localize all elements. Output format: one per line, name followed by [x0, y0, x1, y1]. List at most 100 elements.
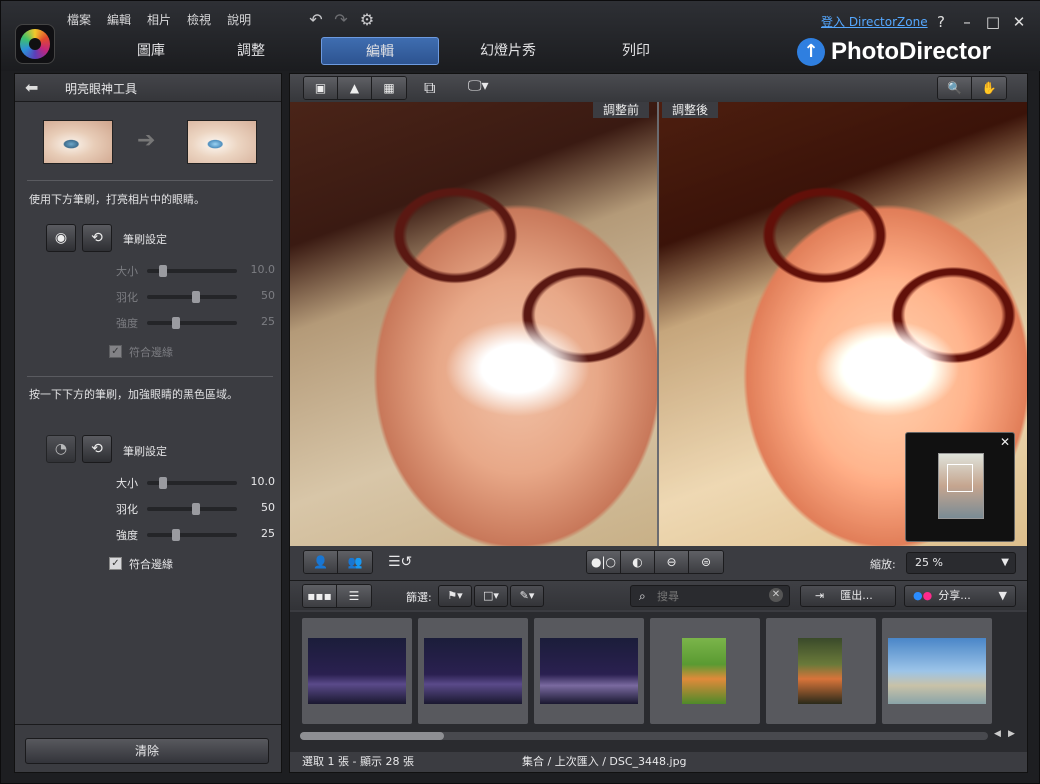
scrollbar-thumb[interactable]	[300, 732, 444, 740]
tab-slideshow[interactable]: 幻燈片秀	[453, 37, 563, 65]
single-view-icon[interactable]: ▲	[338, 77, 372, 99]
navigator-thumbnail[interactable]	[938, 453, 984, 519]
thumbnail[interactable]	[882, 618, 992, 724]
erase-brush-icon[interactable]: ⟲	[82, 224, 112, 252]
split-half-icon[interactable]: ◐	[621, 551, 655, 573]
slider-value: 50	[261, 501, 275, 514]
zoom-label: 縮放:	[870, 558, 896, 571]
history-icon[interactable]: ☰↺	[388, 554, 412, 570]
export-button[interactable]: ⇥ 匯出...	[800, 585, 896, 607]
slider-track[interactable]	[147, 503, 237, 515]
before-label: 調整前	[593, 102, 650, 118]
thumbnail[interactable]	[766, 618, 876, 724]
slider-track[interactable]	[147, 477, 237, 489]
tab-print[interactable]: 列印	[581, 37, 691, 65]
app-window: 檔案 編輯 相片 檢視 說明 ↶ ↷ ⚙ 登入 DirectorZone ? –…	[0, 0, 1040, 784]
match-edge-checkbox[interactable]: ✓	[109, 345, 122, 358]
selection-status: 選取 1 張 - 顯示 28 張	[302, 755, 414, 768]
viewport-rect[interactable]	[947, 464, 973, 492]
slider-handle[interactable]	[159, 265, 168, 277]
slider-label: 強度	[116, 317, 138, 330]
back-arrow-icon[interactable]: ⬅	[25, 78, 47, 97]
slider-track[interactable]	[147, 291, 237, 303]
clear-search-icon[interactable]: ✕	[769, 588, 783, 602]
list-mode-icon[interactable]: ☰	[337, 585, 371, 607]
brand-name: PhotoDirector	[831, 38, 992, 65]
redo-icon[interactable]: ↷	[331, 10, 351, 30]
maximize-button[interactable]: □	[983, 12, 1003, 32]
pointer-group: 🔍 ✋	[937, 76, 1007, 100]
zoom-icon[interactable]: 🔍	[938, 77, 972, 99]
slider-track[interactable]	[147, 529, 237, 541]
zoom-select[interactable]: 25 % ▼	[906, 552, 1016, 574]
slider-handle[interactable]	[171, 317, 180, 329]
scroll-left-icon[interactable]: ◀	[994, 729, 1001, 739]
scroll-right-icon[interactable]: ▶	[1008, 729, 1015, 739]
single-face-icon[interactable]: 👤	[304, 551, 338, 573]
browse-mode-group: ▪▪▪ ☰	[302, 584, 372, 608]
close-icon[interactable]: ✕	[1000, 435, 1010, 449]
share-button[interactable]: ●● 分享... ▼	[904, 585, 1016, 607]
thumbnail[interactable]	[302, 618, 412, 724]
tab-library[interactable]: 圖庫	[96, 37, 206, 65]
thumbnail-scrollbar[interactable]	[300, 732, 988, 740]
menu-file[interactable]: 檔案	[59, 9, 99, 31]
split-tb-icon[interactable]: ⊖	[655, 551, 689, 573]
slider-handle[interactable]	[171, 529, 180, 541]
before-photo	[290, 102, 657, 546]
slider-handle[interactable]	[159, 477, 168, 489]
tool-panel: ⬅ 明亮眼神工具 ➔ 使用下方筆刷，打亮相片中的眼睛。 ◉ ⟲ 筆刷設定 大小 1…	[14, 73, 282, 773]
split-h-icon[interactable]: ⊜	[689, 551, 723, 573]
eye-brush-icon[interactable]: ◉	[46, 224, 76, 252]
multi-face-icon[interactable]: 👥	[338, 551, 372, 573]
slider-track[interactable]	[147, 317, 237, 329]
darken-brush-icon[interactable]: ◔	[46, 435, 76, 463]
menu-photo[interactable]: 相片	[139, 9, 179, 31]
thumbnail[interactable]	[534, 618, 644, 724]
close-button[interactable]: ✕	[1009, 12, 1029, 32]
login-link[interactable]: 登入 DirectorZone	[821, 13, 928, 30]
rotate-icon[interactable]: ⧉	[424, 78, 435, 98]
slider-value: 50	[261, 289, 275, 302]
help-button[interactable]: ?	[931, 12, 951, 32]
section1-desc: 使用下方筆刷，打亮相片中的眼睛。	[29, 193, 205, 206]
minimize-button[interactable]: –	[957, 12, 977, 32]
slider-value: 10.0	[250, 475, 276, 488]
status-bar: 選取 1 張 - 顯示 28 張 集合 / 上次匯入 / DSC_3448.jp…	[290, 754, 1027, 772]
slider-label: 強度	[116, 529, 138, 542]
menu-view[interactable]: 檢視	[179, 9, 219, 31]
photo-viewer[interactable]: 調整前 調整後 ✕	[290, 102, 1027, 546]
slider-track[interactable]	[147, 265, 237, 277]
thumbnail[interactable]	[650, 618, 760, 724]
chevron-down-icon[interactable]: ▼	[999, 586, 1007, 606]
clear-button[interactable]: 清除	[25, 738, 269, 764]
rating-filter-icon[interactable]: □▾	[474, 585, 508, 607]
arrow-right-icon: ➔	[137, 128, 156, 153]
undo-icon[interactable]: ↶	[306, 10, 326, 30]
section2-desc: 按一下下方的筆刷，加強眼睛的黑色區域。	[29, 388, 238, 401]
slider-handle[interactable]	[192, 291, 200, 303]
bottom-toolbar: 👤 👥 ☰↺ ●|○ ◐ ⊖ ⊜ 縮放: 25 % ▼	[290, 548, 1027, 578]
slider-label: 大小	[116, 477, 138, 490]
erase-brush-icon[interactable]: ⟲	[82, 435, 112, 463]
split-line[interactable]	[657, 102, 659, 546]
hand-icon[interactable]: ✋	[972, 77, 1006, 99]
grid-view-icon[interactable]: ▦	[372, 77, 406, 99]
tab-adjust[interactable]: 調整	[196, 37, 306, 65]
gear-icon[interactable]: ⚙	[357, 10, 377, 30]
thumb-mode-icon[interactable]: ▪▪▪	[303, 585, 337, 607]
monitor-icon[interactable]: 🖵▾	[468, 78, 489, 94]
search-input[interactable]	[657, 588, 767, 604]
match-edge-checkbox[interactable]: ✓	[109, 557, 122, 570]
menu-help[interactable]: 說明	[219, 9, 259, 31]
edit-filter-icon[interactable]: ✎▾	[510, 585, 544, 607]
compare-view-icon[interactable]: ▣	[304, 77, 338, 99]
filter-bar: ▪▪▪ ☰ 篩選: ⚑▾ □▾ ✎▾ ⌕ ✕ ⇥ 匯出... ●● 分享... ▼	[290, 580, 1027, 610]
tab-edit[interactable]: 編輯	[321, 37, 439, 65]
menu-edit[interactable]: 編輯	[99, 9, 139, 31]
slider-value: 25	[261, 527, 275, 540]
thumbnail[interactable]	[418, 618, 528, 724]
slider-handle[interactable]	[192, 503, 200, 515]
split-lr-icon[interactable]: ●|○	[587, 551, 621, 573]
flag-filter-icon[interactable]: ⚑▾	[438, 585, 472, 607]
